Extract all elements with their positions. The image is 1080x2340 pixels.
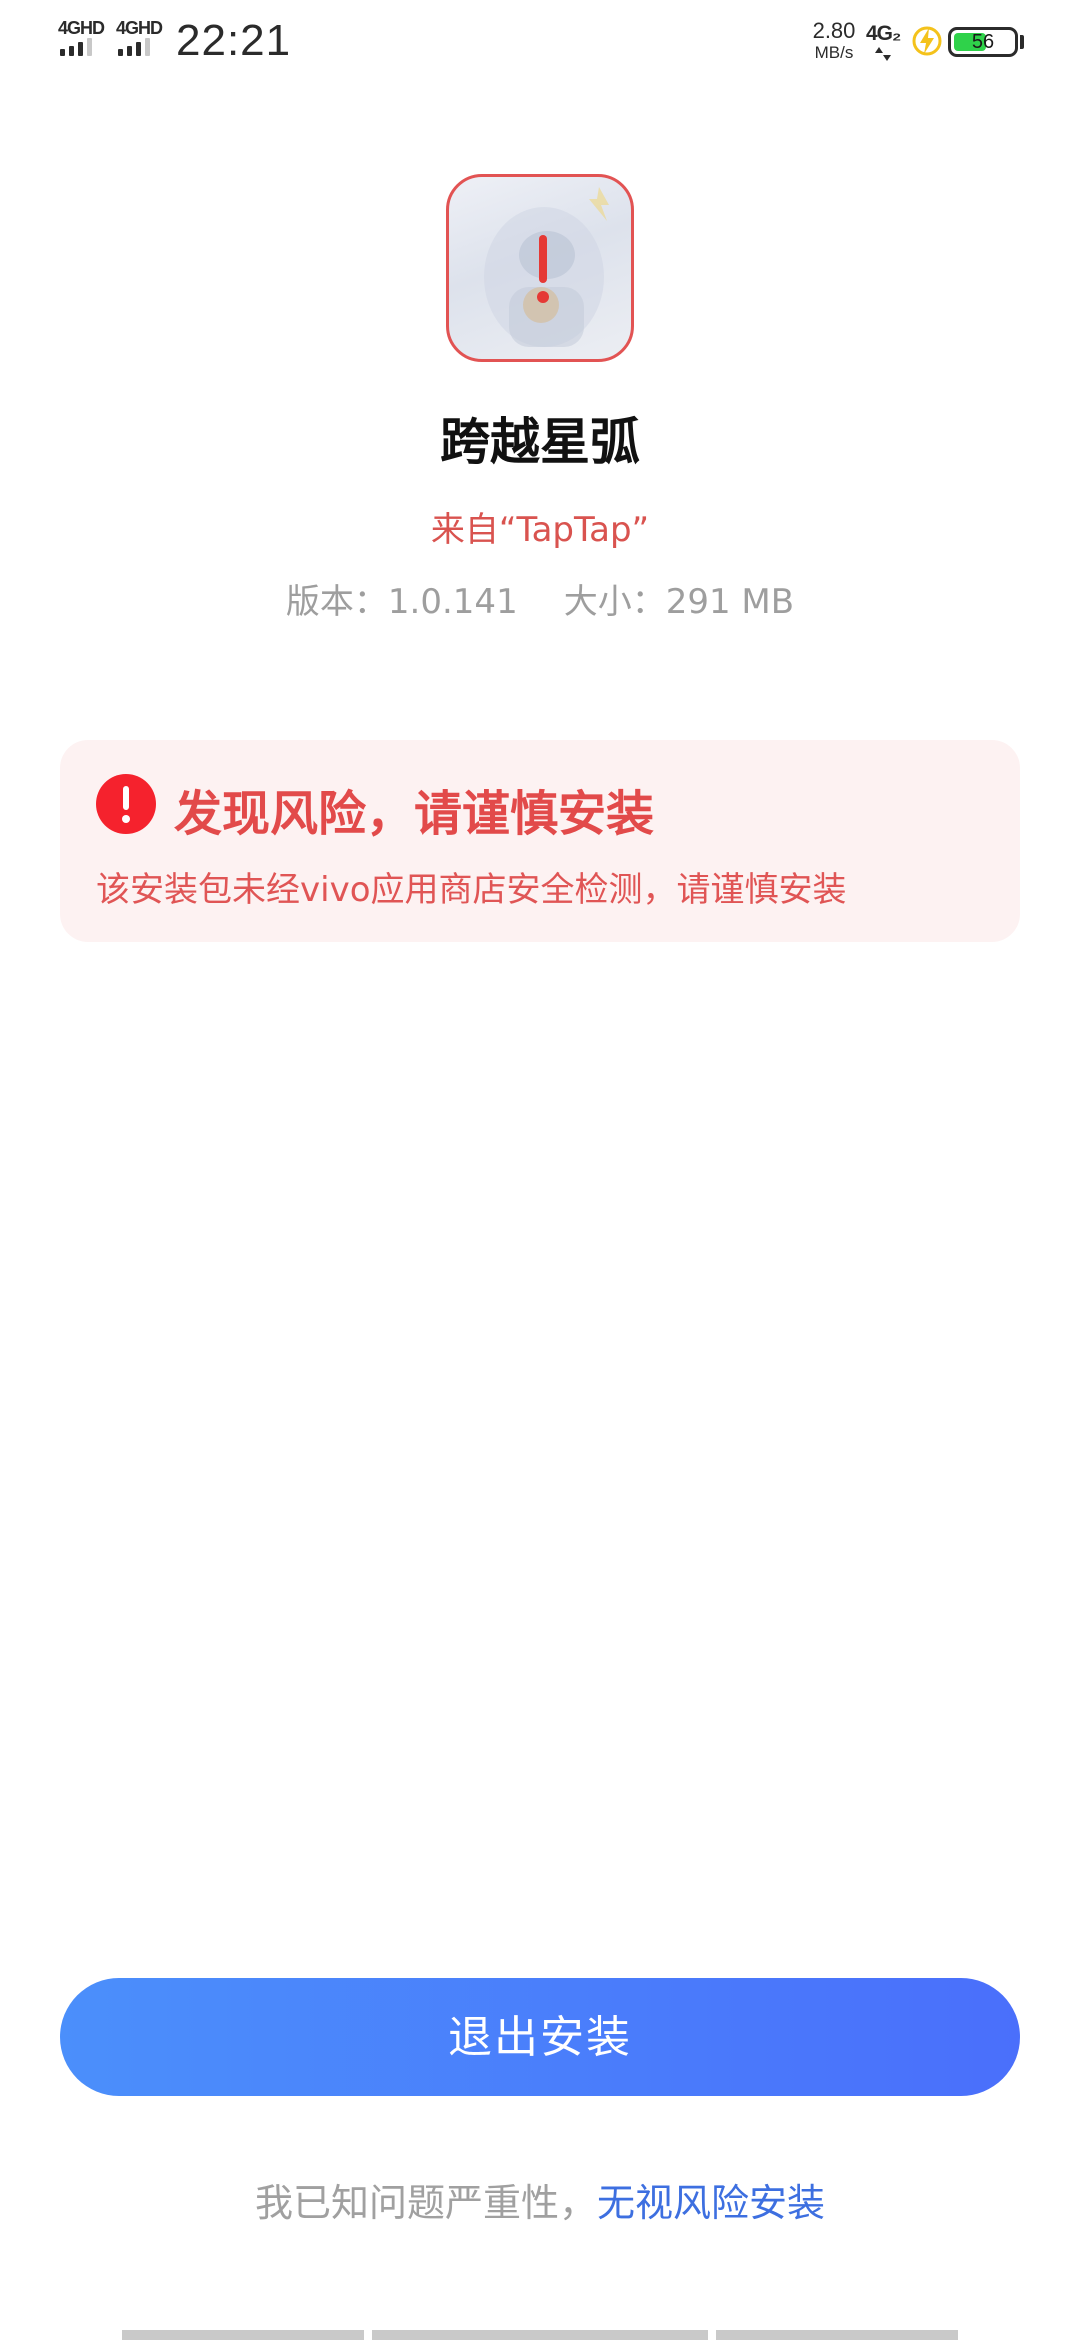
sim2-signal-icon: 4GHD <box>116 18 166 58</box>
ignore-risk-install-link[interactable]: 无视风险安装 <box>597 2181 825 2225</box>
sim1-network-label: 4GHD <box>58 18 105 38</box>
sim2-network-label: 4GHD <box>116 18 163 38</box>
app-meta: 版本：1.0.141 大小：291 MB <box>0 574 1080 623</box>
nav-hint-bar-right[interactable] <box>716 2330 958 2340</box>
app-icon <box>446 174 634 362</box>
clock: 22:21 <box>176 16 292 65</box>
battery-icon: 56 <box>948 27 1018 57</box>
network-speed-value: 2.80 <box>812 18 856 43</box>
exit-install-button[interactable]: 退出安装 <box>60 1978 1020 2096</box>
data-arrows-icon <box>875 47 891 61</box>
battery-cap <box>1020 35 1024 49</box>
network-speed: 2.80 MB/s <box>804 18 864 62</box>
network-speed-unit: MB/s <box>814 43 854 62</box>
ignore-risk-line: 我已知问题严重性，无视风险安装 <box>0 2172 1080 2227</box>
risk-description: 该安装包未经vivo应用商店安全检测，请谨慎安装 <box>96 870 847 910</box>
mobile-data-icon: 4G₂ <box>866 22 906 62</box>
sim1-signal-icon: 4GHD <box>58 18 108 58</box>
app-source: 来自“TapTap” <box>430 510 650 550</box>
warning-exclamation-icon <box>539 235 547 283</box>
warning-circle-icon <box>96 774 156 834</box>
status-bar: 4GHD 4GHD 22:21 2.80 MB/s 4G₂ 56 <box>0 0 1080 84</box>
mobile-data-label: 4G₂ <box>866 22 901 45</box>
ignore-risk-prefix: 我已知问题严重性， <box>254 2181 597 2225</box>
app-size: 大小：291 MB <box>563 582 795 622</box>
app-name: 跨越星弧 <box>440 413 640 471</box>
app-version: 版本：1.0.141 <box>285 582 518 622</box>
nav-hint-bar-left[interactable] <box>122 2330 364 2340</box>
risk-title: 发现风险，请谨慎安装 <box>174 786 655 842</box>
nav-hint-bar-center[interactable] <box>372 2330 708 2340</box>
charging-bolt-icon <box>912 26 942 56</box>
warning-dot <box>537 291 549 303</box>
risk-warning-card: 发现风险，请谨慎安装 该安装包未经vivo应用商店安全检测，请谨慎安装 <box>60 740 1020 942</box>
battery-level: 56 <box>971 31 995 53</box>
